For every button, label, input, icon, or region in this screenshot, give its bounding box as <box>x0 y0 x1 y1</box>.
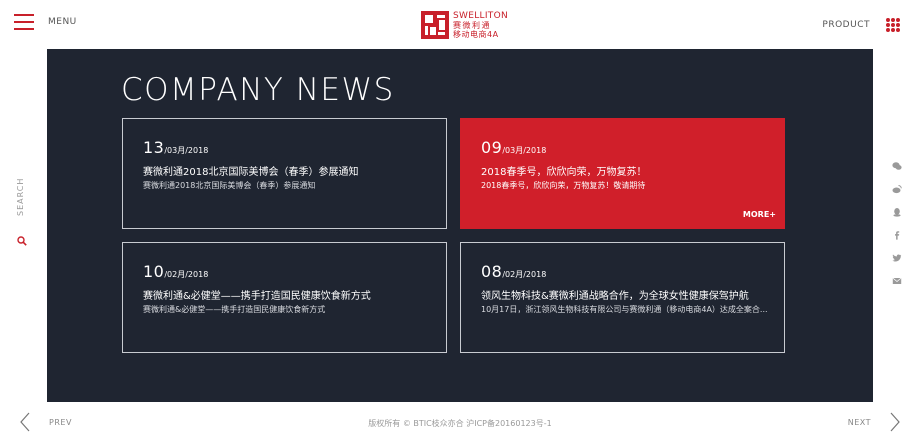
page-title: COMPANY NEWS <box>121 72 395 108</box>
news-month: /03月/2018 <box>164 146 209 155</box>
news-date: 08/02月/2018 <box>481 262 546 281</box>
logo-mark-icon <box>421 11 449 39</box>
search-label: SEARCH <box>16 177 25 216</box>
news-day: 09 <box>481 138 503 157</box>
news-description: 赛微利通&必健堂——携手打造国民健康饮食新方式 <box>143 305 326 314</box>
mail-icon[interactable] <box>892 276 902 286</box>
logo-chinese-name: 赛微利通 <box>453 20 491 30</box>
news-description: 10月17日，浙江领风生物科技有限公司与赛微利通（移动电商4A）达成全案合... <box>481 305 768 314</box>
next-arrow-icon[interactable] <box>889 412 901 432</box>
search-button[interactable]: SEARCH <box>14 178 34 250</box>
copyright-text: 版权所有 © BTIC枝众亦合 沪ICP备20160123号-1 <box>368 419 552 428</box>
logo-tagline: 移动电商4A <box>453 29 499 39</box>
logo[interactable]: SWELLITON 赛微利通 移动电商4A <box>421 10 508 40</box>
news-card[interactable]: 13/03月/2018 赛微利通2018北京国际美博会（春季）参展通知 赛微利通… <box>122 118 447 229</box>
news-description: 赛微利通2018北京国际美博会（春季）参展通知 <box>143 181 316 190</box>
news-day: 13 <box>143 138 165 157</box>
news-card-active[interactable]: 09/03月/2018 2018春季号，欣欣向荣，万物复苏！ 2018春季号，欣… <box>460 118 785 229</box>
news-day: 10 <box>143 262 165 281</box>
wechat-icon[interactable] <box>892 161 902 171</box>
news-date: 10/02月/2018 <box>143 262 208 281</box>
facebook-icon[interactable] <box>892 230 902 240</box>
menu-label[interactable]: MENU <box>48 17 77 27</box>
next-link[interactable]: NEXT <box>848 418 871 427</box>
page: MENU SWELLITON 赛微利通 移动电商4A PRODUCT COMPA… <box>0 0 920 440</box>
news-title[interactable]: 赛微利通&必健堂——携手打造国民健康饮食新方式 <box>143 287 371 302</box>
product-grid-icon[interactable] <box>886 18 900 32</box>
news-day: 08 <box>481 262 503 281</box>
news-card[interactable]: 08/02月/2018 领风生物科技&赛微利通战略合作，为全球女性健康保驾护航 … <box>460 242 785 353</box>
twitter-icon[interactable] <box>892 253 902 263</box>
news-panel: COMPANY NEWS 13/03月/2018 赛微利通2018北京国际美博会… <box>47 49 873 402</box>
weibo-icon[interactable] <box>892 184 902 194</box>
news-date: 09/03月/2018 <box>481 138 546 157</box>
qq-icon[interactable] <box>892 207 902 217</box>
news-title[interactable]: 2018春季号，欣欣向荣，万物复苏！ <box>481 163 646 178</box>
logo-english-name: SWELLITON <box>453 10 508 21</box>
news-card[interactable]: 10/02月/2018 赛微利通&必健堂——携手打造国民健康饮食新方式 赛微利通… <box>122 242 447 353</box>
news-title[interactable]: 领风生物科技&赛微利通战略合作，为全球女性健康保驾护航 <box>481 287 749 302</box>
search-icon <box>17 236 27 246</box>
news-month: /02月/2018 <box>164 270 209 279</box>
news-title[interactable]: 赛微利通2018北京国际美博会（春季）参展通知 <box>143 163 358 178</box>
news-month: /02月/2018 <box>502 270 547 279</box>
news-description: 2018春季号，欣欣向荣，万物复苏！敬请期待 <box>481 181 646 190</box>
news-month: /03月/2018 <box>502 146 547 155</box>
news-date: 13/03月/2018 <box>143 138 208 157</box>
menu-icon[interactable] <box>14 14 34 30</box>
more-link[interactable]: MORE+ <box>743 210 776 219</box>
product-label[interactable]: PRODUCT <box>822 20 870 30</box>
